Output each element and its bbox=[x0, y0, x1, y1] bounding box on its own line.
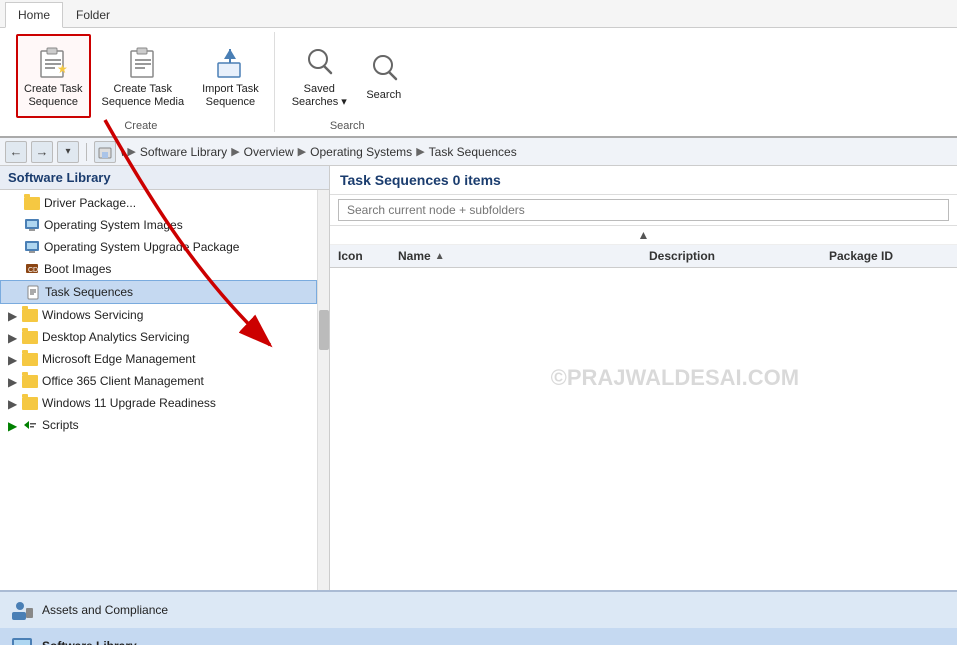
expand-icon-scripts: ▶ bbox=[8, 419, 20, 431]
folder-win11-icon bbox=[22, 395, 38, 411]
col-desc-header: Description bbox=[649, 249, 829, 263]
create-task-sequence-icon: ★ bbox=[35, 43, 71, 79]
scripts-icon bbox=[22, 417, 38, 433]
breadcrumb-task-sequences[interactable]: Task Sequences bbox=[429, 145, 517, 159]
breadcrumb-software-library[interactable]: Software Library bbox=[140, 145, 227, 159]
import-task-sequence-button[interactable]: Import TaskSequence bbox=[195, 34, 266, 118]
boot-image-icon: CD bbox=[24, 261, 40, 277]
sidebar-title: Software Library bbox=[0, 166, 329, 190]
sidebar-item-task-sequences[interactable]: Task Sequences bbox=[0, 280, 317, 304]
search-bar bbox=[330, 195, 957, 226]
sort-chevron: ▲ bbox=[638, 228, 650, 242]
ribbon-tabs: Home Folder bbox=[0, 0, 957, 28]
software-library-icon bbox=[10, 634, 34, 645]
folder-edge-icon bbox=[22, 351, 38, 367]
import-task-sequence-label: Import TaskSequence bbox=[202, 83, 259, 109]
sidebar-scrollbar[interactable] bbox=[317, 190, 329, 590]
home-nav-icon[interactable] bbox=[94, 141, 116, 163]
back-button[interactable]: ← bbox=[5, 141, 27, 163]
svg-text:CD: CD bbox=[28, 267, 38, 274]
breadcrumb: \ ▶ Software Library ▶ Overview ▶ Operat… bbox=[120, 145, 517, 159]
folder-o365-icon bbox=[22, 373, 38, 389]
create-task-sequence-label: Create TaskSequence bbox=[24, 83, 83, 109]
search-label: Search bbox=[366, 89, 401, 102]
forward-button[interactable]: → bbox=[31, 141, 53, 163]
create-task-sequence-media-icon bbox=[125, 43, 161, 79]
sidebar-item-os-images[interactable]: Operating System Images bbox=[0, 214, 317, 236]
create-group-label: Create bbox=[124, 118, 157, 134]
import-task-sequence-icon bbox=[212, 43, 248, 79]
table-body bbox=[330, 268, 957, 590]
nav-separator bbox=[86, 143, 87, 161]
folder-ws-icon bbox=[22, 307, 38, 323]
sidebar-item-os-upgrade[interactable]: Operating System Upgrade Package bbox=[0, 236, 317, 258]
scrollbar-thumb[interactable] bbox=[319, 310, 329, 350]
nav-software-library[interactable]: Software Library bbox=[0, 628, 957, 645]
saved-searches-button[interactable]: SavedSearches ▾ bbox=[285, 34, 354, 118]
sidebar-item-driver-packages[interactable]: Driver Package... bbox=[0, 192, 317, 214]
content-panel: Task Sequences 0 items ▲ Icon Name ▲ Des… bbox=[330, 166, 957, 590]
col-name-header[interactable]: Name ▲ bbox=[398, 249, 649, 263]
ribbon-group-create: ★ Create TaskSequence bbox=[8, 32, 275, 132]
search-icon bbox=[366, 49, 402, 85]
sidebar-item-desktop-analytics[interactable]: ▶ Desktop Analytics Servicing bbox=[0, 326, 317, 348]
bottom-nav: Assets and Compliance Software Library bbox=[0, 590, 957, 645]
col-icon-header: Icon bbox=[338, 249, 398, 263]
ribbon: ★ Create TaskSequence bbox=[0, 28, 957, 138]
sidebar-item-win11-readiness[interactable]: ▶ Windows 11 Upgrade Readiness bbox=[0, 392, 317, 414]
saved-searches-icon bbox=[301, 43, 337, 79]
nav-assets-label: Assets and Compliance bbox=[42, 603, 168, 617]
nav-assets-compliance[interactable]: Assets and Compliance bbox=[0, 592, 957, 628]
table-header: Icon Name ▲ Description Package ID bbox=[330, 245, 957, 268]
svg-text:★: ★ bbox=[57, 62, 68, 76]
sidebar-content: Driver Package... Operating System Image… bbox=[0, 190, 317, 590]
ribbon-group-search: SavedSearches ▾ Search Search bbox=[277, 32, 418, 132]
col-pkg-header: Package ID bbox=[829, 249, 949, 263]
create-task-sequence-button[interactable]: ★ Create TaskSequence bbox=[16, 34, 91, 118]
os-image-icon bbox=[24, 217, 40, 233]
expand-icon-da: ▶ bbox=[8, 331, 20, 343]
os-upgrade-icon bbox=[24, 239, 40, 255]
sort-arrow: ▲ bbox=[435, 251, 445, 262]
main-area: Software Library Driver Package... Opera… bbox=[0, 166, 957, 590]
expand-icon-o365: ▶ bbox=[8, 375, 20, 387]
nav-software-label: Software Library bbox=[42, 639, 137, 645]
search-input[interactable] bbox=[338, 199, 949, 221]
saved-searches-label: SavedSearches ▾ bbox=[292, 83, 347, 109]
folder-da-icon bbox=[22, 329, 38, 345]
expand-icon-win11: ▶ bbox=[8, 397, 20, 409]
dropdown-button[interactable]: ▾ bbox=[57, 141, 79, 163]
task-seq-icon bbox=[25, 284, 41, 300]
expand-icon: ▶ bbox=[8, 309, 20, 321]
content-title: Task Sequences 0 items bbox=[330, 166, 957, 195]
tab-home[interactable]: Home bbox=[5, 2, 63, 28]
folder-icon bbox=[24, 195, 40, 211]
sidebar-item-scripts[interactable]: ▶ Scripts bbox=[0, 414, 317, 436]
sidebar-item-boot-images[interactable]: CD Boot Images bbox=[0, 258, 317, 280]
expand-icon-edge: ▶ bbox=[8, 353, 20, 365]
sidebar: Software Library Driver Package... Opera… bbox=[0, 166, 330, 590]
sidebar-item-edge-mgmt[interactable]: ▶ Microsoft Edge Management bbox=[0, 348, 317, 370]
tab-folder[interactable]: Folder bbox=[63, 2, 123, 27]
assets-compliance-icon bbox=[10, 598, 34, 622]
sidebar-item-windows-servicing[interactable]: ▶ Windows Servicing bbox=[0, 304, 317, 326]
sidebar-item-office365[interactable]: ▶ Office 365 Client Management bbox=[0, 370, 317, 392]
create-task-sequence-media-button[interactable]: Create TaskSequence Media bbox=[95, 34, 192, 118]
create-task-sequence-media-label: Create TaskSequence Media bbox=[102, 83, 185, 109]
breadcrumb-overview[interactable]: Overview bbox=[244, 145, 294, 159]
nav-bar: ← → ▾ \ ▶ Software Library ▶ Overview ▶ … bbox=[0, 138, 957, 166]
breadcrumb-operating-systems[interactable]: Operating Systems bbox=[310, 145, 412, 159]
search-button[interactable]: Search bbox=[358, 34, 410, 118]
search-group-label: Search bbox=[330, 118, 365, 134]
breadcrumb-root[interactable]: \ bbox=[120, 145, 123, 159]
